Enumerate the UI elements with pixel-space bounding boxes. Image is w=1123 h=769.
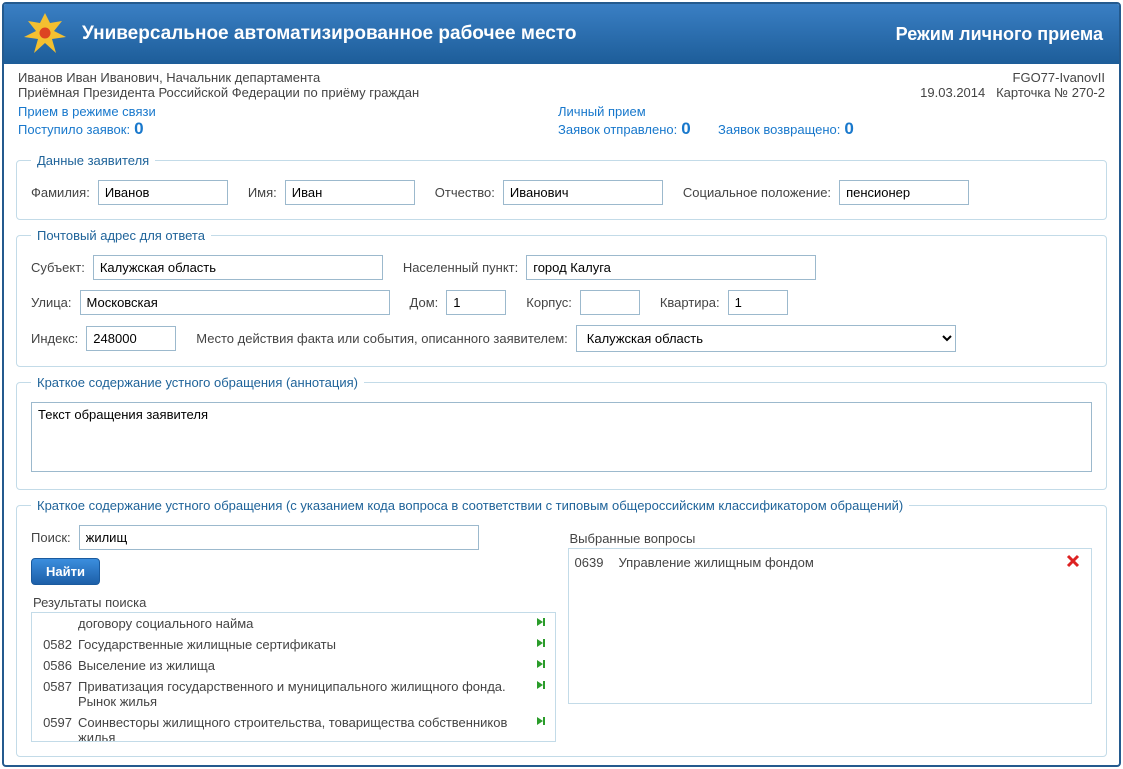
selected-header: Выбранные вопросы xyxy=(570,531,1093,546)
find-button[interactable]: Найти xyxy=(31,558,100,585)
main-window: Универсальное автоматизированное рабочее… xyxy=(2,2,1121,767)
link-personal[interactable]: Личный прием xyxy=(558,104,718,119)
name-input[interactable] xyxy=(285,180,415,205)
result-code: 0586 xyxy=(36,658,78,673)
result-text: Приватизация государственного и муниципа… xyxy=(78,679,531,709)
add-arrow-icon[interactable] xyxy=(531,658,551,673)
result-row[interactable]: 0582Государственные жилищные сертификаты xyxy=(32,634,555,655)
results-list[interactable]: договору социального найма0582Государств… xyxy=(31,612,556,742)
factplace-label: Место действия факта или события, описан… xyxy=(196,331,568,346)
summary-fieldset: Краткое содержание устного обращения (ан… xyxy=(16,375,1107,490)
link-connection-mode[interactable]: Прием в режиме связи xyxy=(18,104,558,119)
summary-textarea[interactable] xyxy=(31,402,1092,472)
app-title: Универсальное автоматизированное рабочее… xyxy=(82,23,896,45)
summary-legend: Краткое содержание устного обращения (ан… xyxy=(31,375,364,390)
applicant-fieldset: Данные заявителя Фамилия: Имя: Отчество:… xyxy=(16,153,1107,220)
name-label: Имя: xyxy=(248,185,277,200)
house-label: Дом: xyxy=(410,295,439,310)
surname-label: Фамилия: xyxy=(31,185,90,200)
korpus-label: Корпус: xyxy=(526,295,572,310)
result-text: договору социального найма xyxy=(78,616,531,631)
patr-input[interactable] xyxy=(503,180,663,205)
selected-row: 0639Управление жилищным фондом xyxy=(569,549,1092,576)
subject-label: Субъект: xyxy=(31,260,85,275)
result-code: 0597 xyxy=(36,715,78,730)
received-count: 0 xyxy=(134,119,143,138)
address-fieldset: Почтовый адрес для ответа Субъект: Насел… xyxy=(16,228,1107,367)
city-label: Населенный пункт: xyxy=(403,260,518,275)
status-input[interactable] xyxy=(839,180,969,205)
add-arrow-icon[interactable] xyxy=(531,616,551,631)
result-row[interactable]: 0586Выселение из жилища xyxy=(32,655,555,676)
selected-code: 0639 xyxy=(575,555,619,570)
mode-label: Режим личного приема xyxy=(896,24,1103,45)
patr-label: Отчество: xyxy=(435,185,495,200)
factplace-select[interactable]: Калужская область xyxy=(576,325,956,352)
emblem-icon xyxy=(20,9,70,59)
header-bar: Универсальное автоматизированное рабочее… xyxy=(4,4,1119,64)
result-text: Выселение из жилища xyxy=(78,658,531,673)
result-text: Соинвесторы жилищного строительства, тов… xyxy=(78,715,531,742)
selected-text: Управление жилищным фондом xyxy=(619,555,1066,570)
result-row[interactable]: 0587Приватизация государственного и муни… xyxy=(32,676,555,712)
search-label: Поиск: xyxy=(31,530,71,545)
result-text: Государственные жилищные сертификаты xyxy=(78,637,531,652)
link-sent[interactable]: Заявок отправлено: xyxy=(558,122,677,137)
date-label: 19.03.2014 xyxy=(920,85,985,100)
city-input[interactable] xyxy=(526,255,816,280)
status-label: Социальное положение: xyxy=(683,185,831,200)
surname-input[interactable] xyxy=(98,180,228,205)
applicant-legend: Данные заявителя xyxy=(31,153,155,168)
search-input[interactable] xyxy=(79,525,479,550)
result-row[interactable]: договору социального найма xyxy=(32,613,555,634)
link-returned[interactable]: Заявок возвращено: xyxy=(718,122,840,137)
street-input[interactable] xyxy=(80,290,390,315)
house-input[interactable] xyxy=(446,290,506,315)
index-input[interactable] xyxy=(86,326,176,351)
info-bar: Иванов Иван Иванович, Начальник департам… xyxy=(4,64,1119,102)
index-label: Индекс: xyxy=(31,331,78,346)
result-code: 0582 xyxy=(36,637,78,652)
result-code: 0587 xyxy=(36,679,78,694)
korpus-input[interactable] xyxy=(580,290,640,315)
result-row[interactable]: 0597Соинвесторы жилищного строительства,… xyxy=(32,712,555,742)
office-name: Приёмная Президента Российской Федерации… xyxy=(18,85,920,100)
flat-label: Квартира: xyxy=(660,295,720,310)
classifier-legend: Краткое содержание устного обращения (с … xyxy=(31,498,909,513)
returned-count: 0 xyxy=(844,119,853,138)
add-arrow-icon[interactable] xyxy=(531,715,551,730)
add-arrow-icon[interactable] xyxy=(531,679,551,694)
card-label: Карточка № 270-2 xyxy=(996,85,1105,100)
user-code: FGO77-IvanovII xyxy=(920,70,1105,85)
delete-icon[interactable] xyxy=(1065,553,1085,572)
subject-input[interactable] xyxy=(93,255,383,280)
selected-list: 0639Управление жилищным фондом xyxy=(568,548,1093,704)
flat-input[interactable] xyxy=(728,290,788,315)
user-name: Иванов Иван Иванович, Начальник департам… xyxy=(18,70,920,85)
results-header: Результаты поиска xyxy=(33,595,556,610)
classifier-fieldset: Краткое содержание устного обращения (с … xyxy=(16,498,1107,757)
add-arrow-icon[interactable] xyxy=(531,637,551,652)
address-legend: Почтовый адрес для ответа xyxy=(31,228,211,243)
street-label: Улица: xyxy=(31,295,72,310)
sent-count: 0 xyxy=(681,119,690,138)
link-received[interactable]: Поступило заявок: xyxy=(18,122,130,137)
link-bar: Прием в режиме связи Поступило заявок:0 … xyxy=(4,102,1119,145)
